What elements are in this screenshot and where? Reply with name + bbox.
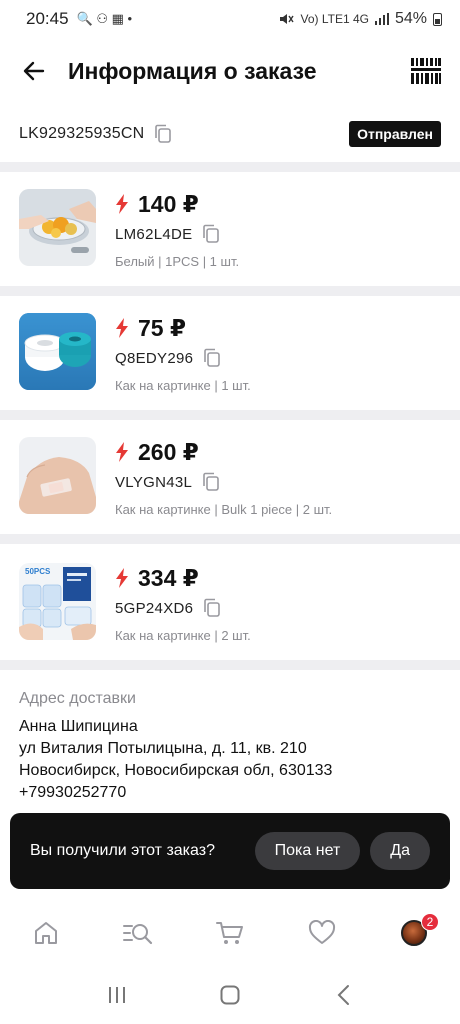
recipient-name: Анна Шипицина (19, 718, 138, 735)
barcode-button[interactable] (410, 55, 442, 87)
lightning-icon (116, 568, 128, 588)
price-row: 75 ₽ (115, 313, 251, 343)
product-info: 140 ₽ LM62L4DE Белый | 1PCS | 1 шт. (115, 189, 239, 286)
product-info: 260 ₽ VLYGN43L Как на картинке | Bulk 1 … (115, 437, 332, 534)
product-info: 75 ₽ Q8EDY296 Как на картинке | 1 шт. (115, 313, 251, 410)
product-sku: 5GP24XD6 (115, 599, 194, 617)
lightning-icon (116, 442, 128, 462)
pack-label: 50PCS (25, 567, 51, 576)
copy-icon[interactable] (201, 597, 223, 619)
divider (0, 286, 460, 296)
copy-icon[interactable] (201, 347, 223, 369)
product-variant: Белый | 1PCS | 1 шт. (115, 254, 240, 269)
sku-row: 5GP24XD6 (115, 596, 251, 620)
chevron-left-icon (337, 985, 350, 1005)
nav-home[interactable] (16, 908, 76, 958)
product-price: 75 ₽ (138, 314, 186, 341)
address-street: ул Виталия Потылицына, д. 11, кв. 210 (19, 740, 307, 757)
product-image: 50PCS (19, 563, 96, 640)
nav-profile[interactable]: 2 (384, 908, 444, 958)
nav-catalog[interactable] (108, 908, 168, 958)
order-received-prompt: Вы получили этот заказ? Пока нет Да (10, 813, 450, 889)
recipient-phone: +79930252770 (19, 784, 127, 801)
address-label: Адрес доставки (19, 690, 136, 707)
arrow-left-icon (23, 61, 45, 81)
heart-icon (308, 920, 336, 944)
status-right: Vo) LTE1 4G 54% (278, 10, 442, 28)
product-info: 334 ₽ 5GP24XD6 Как на картинке | 2 шт. (115, 563, 251, 660)
prompt-question: Вы получили этот заказ? (30, 842, 215, 859)
address-city: Новосибирск, Новосибирская обл, 630133 (19, 762, 333, 779)
barcode-icon (411, 58, 441, 84)
divider (0, 660, 460, 670)
tracking-number: LK929325935CN (19, 125, 145, 142)
divider (0, 410, 460, 420)
signal-icon (374, 13, 389, 25)
sku-row: Q8EDY296 (115, 346, 251, 370)
lightning-icon (116, 194, 128, 214)
cart-icon (216, 922, 243, 944)
search-catalog-icon (123, 924, 153, 945)
network-indicator: Vo) LTE1 4G (300, 12, 369, 26)
product-image (19, 313, 96, 390)
delivery-address: Адрес доставки Анна Шипицина ул Виталия … (19, 690, 439, 804)
header: Информация о заказе (0, 38, 460, 104)
not-yet-button[interactable]: Пока нет (254, 832, 361, 870)
price-row: 260 ₽ (115, 437, 332, 467)
status-badge: Отправлен (349, 121, 441, 147)
home-button[interactable] (208, 973, 252, 1017)
copy-icon[interactable] (200, 471, 222, 493)
product-sku: Q8EDY296 (115, 349, 194, 367)
battery-percent: 54% (394, 10, 427, 27)
product-image (19, 437, 96, 514)
status-bar: 20:45 🔍 ⚇ ▦ • Vo) LTE1 4G 54% (0, 0, 460, 38)
notification-badge: 2 (421, 913, 439, 931)
page-title: Информация о заказе (68, 57, 317, 84)
product-price: 140 ₽ (138, 190, 199, 217)
lightning-icon (116, 318, 128, 338)
nav-cart[interactable] (200, 908, 260, 958)
product-variant: Как на картинке | 1 шт. (115, 378, 251, 393)
yes-button[interactable]: Да (370, 832, 430, 870)
product-item[interactable]: 260 ₽ VLYGN43L Как на картинке | Bulk 1 … (0, 420, 460, 534)
copy-icon[interactable] (200, 223, 222, 245)
price-row: 334 ₽ (115, 563, 251, 593)
system-nav (0, 966, 460, 1024)
divider (0, 162, 460, 172)
back-system-button[interactable] (321, 973, 365, 1017)
sku-row: LM62L4DE (115, 222, 239, 246)
nav-favorites[interactable] (292, 908, 352, 958)
product-image (19, 189, 96, 266)
mute-icon (280, 14, 295, 24)
battery-icon (433, 12, 442, 26)
divider (0, 534, 460, 544)
sku-row: VLYGN43L (115, 470, 332, 494)
back-button[interactable] (18, 55, 50, 87)
status-left: 20:45 🔍 ⚇ ▦ • (26, 9, 132, 29)
product-price: 334 ₽ (138, 564, 199, 591)
home-icon (35, 922, 57, 944)
price-row: 140 ₽ (115, 189, 239, 219)
bottom-nav: 2 (0, 900, 460, 966)
recent-apps-icon (108, 987, 125, 1003)
home-circle-icon (220, 985, 240, 1005)
recent-apps-button[interactable] (95, 973, 139, 1017)
copy-icon[interactable] (152, 123, 174, 145)
product-item[interactable]: 140 ₽ LM62L4DE Белый | 1PCS | 1 шт. (0, 172, 460, 286)
product-variant: Как на картинке | Bulk 1 piece | 2 шт. (115, 502, 333, 517)
product-variant: Как на картинке | 2 шт. (115, 628, 251, 643)
product-sku: LM62L4DE (115, 225, 193, 243)
product-item[interactable]: 75 ₽ Q8EDY296 Как на картинке | 1 шт. (0, 296, 460, 410)
product-item[interactable]: 50PCS 334 ₽ 5GP24XD6 Как на картинке | 2… (0, 546, 460, 660)
product-sku: VLYGN43L (115, 473, 193, 491)
notification-icons: 🔍 ⚇ ▦ • (76, 11, 133, 26)
product-price: 260 ₽ (138, 438, 199, 465)
tracking-row: LK929325935CN Отправлен (0, 110, 460, 158)
status-time: 20:45 (26, 9, 69, 28)
